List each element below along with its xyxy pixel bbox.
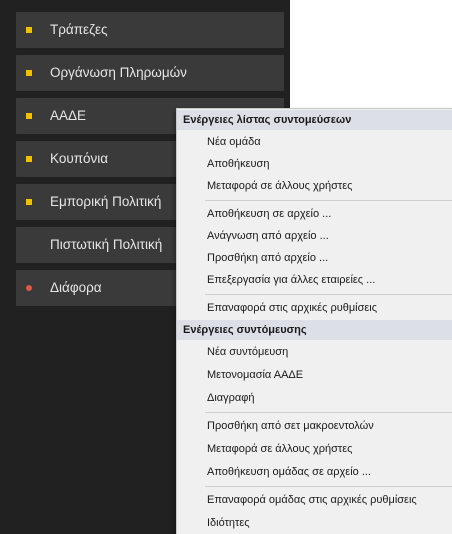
menu-item-transfer-to-users[interactable]: Μεταφορά σε άλλους χρήστες: [177, 439, 452, 459]
menu-item-new-shortcut[interactable]: Νέα συντόμευση: [177, 342, 452, 362]
sidebar-item-label: Πιστωτική Πολιτική: [50, 237, 163, 252]
sidebar-item-payment-organization[interactable]: Οργάνωση Πληρωμών: [16, 55, 284, 91]
yellow-square-bullet-icon: [26, 113, 32, 119]
yellow-square-bullet-icon: [26, 156, 32, 162]
menu-item-rename[interactable]: Μετονομασία ΑΑΔΕ: [177, 365, 452, 385]
menu-item-reset-defaults[interactable]: Επαναφορά στις αρχικές ρυθμίσεις: [177, 298, 452, 318]
sidebar-item-label: Διάφορα: [50, 280, 102, 295]
menu-item-save-group-to-file[interactable]: Αποθήκευση ομάδας σε αρχείο ...: [177, 462, 452, 482]
red-dot-bullet-icon: [26, 285, 32, 291]
sidebar-item-banks[interactable]: Τράπεζες: [16, 12, 284, 48]
sidebar-item-label: Οργάνωση Πληρωμών: [50, 65, 187, 80]
yellow-square-bullet-icon: [26, 199, 32, 205]
menu-item-add-from-macro-set[interactable]: Προσθήκη από σετ μακροεντολών: [177, 416, 452, 436]
menu-item-save-to-file[interactable]: Αποθήκευση σε αρχείο ...: [177, 204, 452, 224]
yellow-square-bullet-icon: [26, 70, 32, 76]
menu-item-new-group[interactable]: Νέα ομάδα: [177, 132, 452, 152]
menu-item-reset-group-defaults[interactable]: Επαναφορά ομάδας στις αρχικές ρυθμίσεις: [177, 490, 452, 510]
menu-section-header-list-actions: Ενέργειες λίστας συντομεύσεων: [177, 110, 452, 130]
menu-item-save[interactable]: Αποθήκευση: [177, 154, 452, 174]
menu-separator: [205, 200, 452, 201]
sidebar-item-label: Κουπόνια: [50, 151, 109, 166]
menu-section-header-shortcut-actions: Ενέργειες συντόμευσης: [177, 320, 452, 340]
sidebar-item-label: ΑΑΔΕ: [50, 108, 87, 123]
sidebar-item-label: Εμπορική Πολιτική: [50, 194, 162, 209]
sidebar-item-label: Τράπεζες: [50, 22, 108, 37]
context-menu: Ενέργειες λίστας συντομεύσεων Νέα ομάδα …: [176, 108, 452, 534]
menu-separator: [205, 486, 452, 487]
menu-item-edit-for-other-companies[interactable]: Επεξεργασία για άλλες εταιρείες ...: [177, 270, 452, 290]
menu-item-properties[interactable]: Ιδιότητες: [177, 513, 452, 533]
menu-separator: [205, 412, 452, 413]
menu-item-read-from-file[interactable]: Ανάγνωση από αρχείο ...: [177, 226, 452, 246]
menu-item-transfer-to-users[interactable]: Μεταφορά σε άλλους χρήστες: [177, 176, 452, 196]
yellow-square-bullet-icon: [26, 27, 32, 33]
app-window: Τράπεζες Οργάνωση Πληρωμών ΑΑΔΕ Κουπόνια…: [0, 0, 452, 534]
menu-separator: [205, 294, 452, 295]
menu-item-add-from-file[interactable]: Προσθήκη από αρχείο ...: [177, 248, 452, 268]
menu-item-delete[interactable]: Διαγραφή: [177, 388, 452, 408]
